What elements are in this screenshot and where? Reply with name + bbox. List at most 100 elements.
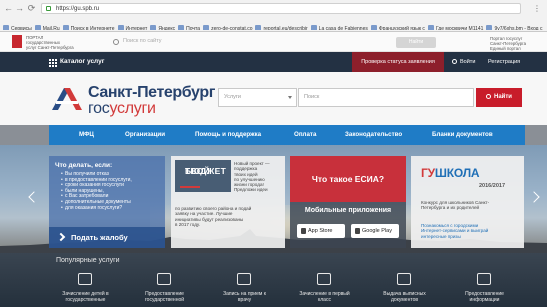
bookmark-label: 9v7/6xhs.bm - Вход с: [494, 26, 543, 30]
popular-service-tile[interactable]: Выдача выписных документов: [368, 267, 441, 307]
esia-button[interactable]: Что такое ЕСИА?: [290, 156, 406, 202]
esia-title: Что такое ЕСИА?: [311, 174, 385, 184]
carousel-next-icon[interactable]: [528, 191, 540, 203]
catalog-bar: Каталог услуг Проверка статуса заявления…: [0, 52, 547, 72]
search-category-value: Услуги: [224, 94, 241, 100]
bookmark-item[interactable]: Где москвичи М1141: [427, 23, 484, 30]
menu-item-help[interactable]: Помощь и поддержка: [195, 125, 261, 145]
bookmark-item[interactable]: reportal.eu/describir: [255, 23, 308, 30]
register-link[interactable]: Регистрация: [488, 52, 520, 72]
service-icon: [237, 273, 251, 285]
complaint-card[interactable]: Что делать, если: Вы получили отказ в пр…: [49, 156, 165, 248]
bookmark-label: reportal.eu/describir: [263, 26, 308, 30]
popular-service-label-line: информации: [469, 296, 500, 303]
main-menu: МФЦ Организации Помощь и поддержка Оплат…: [49, 125, 525, 145]
bookmark-item[interactable]: Интернет: [117, 23, 148, 30]
app-store-button[interactable]: App Store: [297, 224, 345, 238]
bookmark-item[interactable]: Сервисы: [3, 23, 32, 30]
bookmark-favicon-icon: [150, 25, 157, 30]
school-card[interactable]: ГУШКОЛА 2016/2017 Конкурс для школьников…: [411, 156, 524, 248]
back-button[interactable]: ←: [4, 3, 13, 14]
budget-card[interactable]: ТВОЙ БЮДЖЕТ Новый проект — поддержка твоих …: [171, 156, 285, 248]
carousel-prev-icon[interactable]: [28, 191, 40, 203]
bookmark-item[interactable]: Яндекс: [150, 23, 175, 30]
search-button[interactable]: Найти: [476, 88, 522, 107]
bookmark-label: Где москвичи М1141: [435, 26, 484, 30]
submit-complaint-button[interactable]: Подать жалобу: [49, 227, 165, 248]
menu-item-forms[interactable]: Бланки документов: [432, 125, 493, 145]
bookmark-favicon-icon: [486, 25, 493, 30]
submit-complaint-label: Подать жалобу: [71, 233, 128, 242]
budget-badge-line: БЮДЖЕТ: [185, 166, 227, 176]
school-link-text[interactable]: Познакомься с городскими Интернет-сервиса…: [421, 223, 519, 239]
site-search-button[interactable]: Найти: [396, 37, 436, 48]
user-icon: [452, 59, 457, 64]
bookmark-favicon-icon: [3, 25, 9, 30]
search-category-select[interactable]: Услуги: [218, 88, 297, 107]
bookmark-item[interactable]: La casa de Fabiennes: [310, 23, 368, 30]
address-bar-url: https://gu.spb.ru: [56, 6, 100, 12]
logo-subtitle-b: услуги: [109, 100, 156, 117]
portal-links[interactable]: Портал госуслуг Санкт-Петербурга Единый по…: [490, 36, 542, 51]
search-input[interactable]: Поиск: [298, 88, 474, 107]
portal-org-name: ПОРТАЛ государственных услуг Санкт-Петербу…: [26, 35, 96, 50]
popular-services-title: Популярные услуги: [56, 257, 120, 264]
bookmark-label: Интернет: [125, 26, 148, 30]
popular-service-tile[interactable]: Запись на прием к врачу: [208, 267, 281, 307]
chevron-down-icon: [288, 96, 292, 99]
service-icon: [317, 273, 331, 285]
popular-service-label-line: врачу: [237, 296, 252, 303]
login-link[interactable]: Войти: [452, 52, 475, 72]
budget-body-text: по развитию своего района и подай заявку …: [175, 206, 281, 228]
budget-body-line: в 2017 году.: [175, 222, 201, 228]
budget-side-text: Новый проект — поддержка твоих идей по улуч…: [234, 161, 283, 193]
popular-service-tile[interactable]: Зачисление в первый класс: [288, 267, 361, 307]
popular-service-tile[interactable]: Зачисление детей в государственные: [49, 267, 122, 307]
bookmark-item[interactable]: Mail.Ru: [34, 23, 60, 30]
service-icon: [397, 273, 411, 285]
org-name-line: услуг Санкт-Петербурга: [26, 45, 74, 50]
bookmark-item[interactable]: zero-de-constat.co: [203, 23, 252, 30]
bookmark-item[interactable]: Почта: [178, 23, 200, 30]
bookmark-item[interactable]: Поиск в Интернете: [62, 23, 115, 30]
logo-icon[interactable]: [50, 86, 84, 112]
check-status-button[interactable]: Проверка статуса заявления: [352, 52, 444, 72]
address-row: ← → ⟳ https://gu.spb.ru ⋮: [0, 3, 547, 15]
catalog-button[interactable]: Каталог услуг: [60, 52, 104, 72]
browser-menu-button[interactable]: ⋮: [533, 3, 541, 14]
school-logo-a: ГУ: [421, 166, 435, 180]
popular-service-label: Зачисление в первый класс: [288, 291, 361, 303]
reload-button[interactable]: ⟳: [27, 3, 36, 14]
popular-service-tile[interactable]: Предоставление государственной: [128, 267, 201, 307]
search-placeholder: Поиск: [304, 94, 320, 100]
play-icon: [355, 228, 360, 234]
service-icon: [477, 273, 491, 285]
menu-item-legislation[interactable]: Законодательство: [345, 125, 402, 145]
hero-banner: Что делать, если: Вы получили отказ в пр…: [0, 145, 547, 307]
bookmark-favicon-icon: [370, 25, 377, 30]
menu-item-organizations[interactable]: Организации: [125, 125, 165, 145]
bookmark-item[interactable]: 9v7/6xhs.bm - Вход с: [486, 23, 542, 30]
bookmark-favicon-icon: [178, 25, 185, 30]
bookmark-label: Яндекс: [158, 26, 176, 30]
google-play-button[interactable]: Google Play: [351, 224, 399, 238]
popular-service-tile[interactable]: Предоставление информации: [448, 267, 521, 307]
menu-item-mfc[interactable]: МФЦ: [79, 125, 94, 145]
popular-service-label-line: класс: [318, 296, 331, 303]
address-bar[interactable]: https://gu.spb.ru: [41, 3, 521, 14]
bookmark-label: Французский язык с: [378, 26, 425, 30]
school-year: 2016/2017: [479, 183, 505, 189]
forward-button[interactable]: →: [15, 3, 24, 14]
popular-service-label: Предоставление информации: [448, 291, 521, 303]
browser-chrome: ← → ⟳ https://gu.spb.ru ⋮ Сервисы Mail.Ru…: [0, 0, 547, 32]
popular-service-label-line: государственные: [65, 296, 106, 303]
esia-card: Что такое ЕСИА? Мобильные приложения App…: [290, 156, 406, 248]
complaint-list: Вы получили отказ в предоставлении госус…: [61, 171, 153, 211]
site-search-input[interactable]: Поиск по сайту: [123, 38, 162, 44]
bookmark-label: Сервисы: [11, 26, 32, 30]
google-play-label: Google Play: [362, 228, 392, 234]
logo-subtitle: госуслуги: [88, 100, 156, 117]
bookmark-item[interactable]: Французский язык с: [370, 23, 425, 30]
bookmark-label: Почта: [186, 26, 201, 30]
menu-item-payment[interactable]: Оплата: [294, 125, 316, 145]
